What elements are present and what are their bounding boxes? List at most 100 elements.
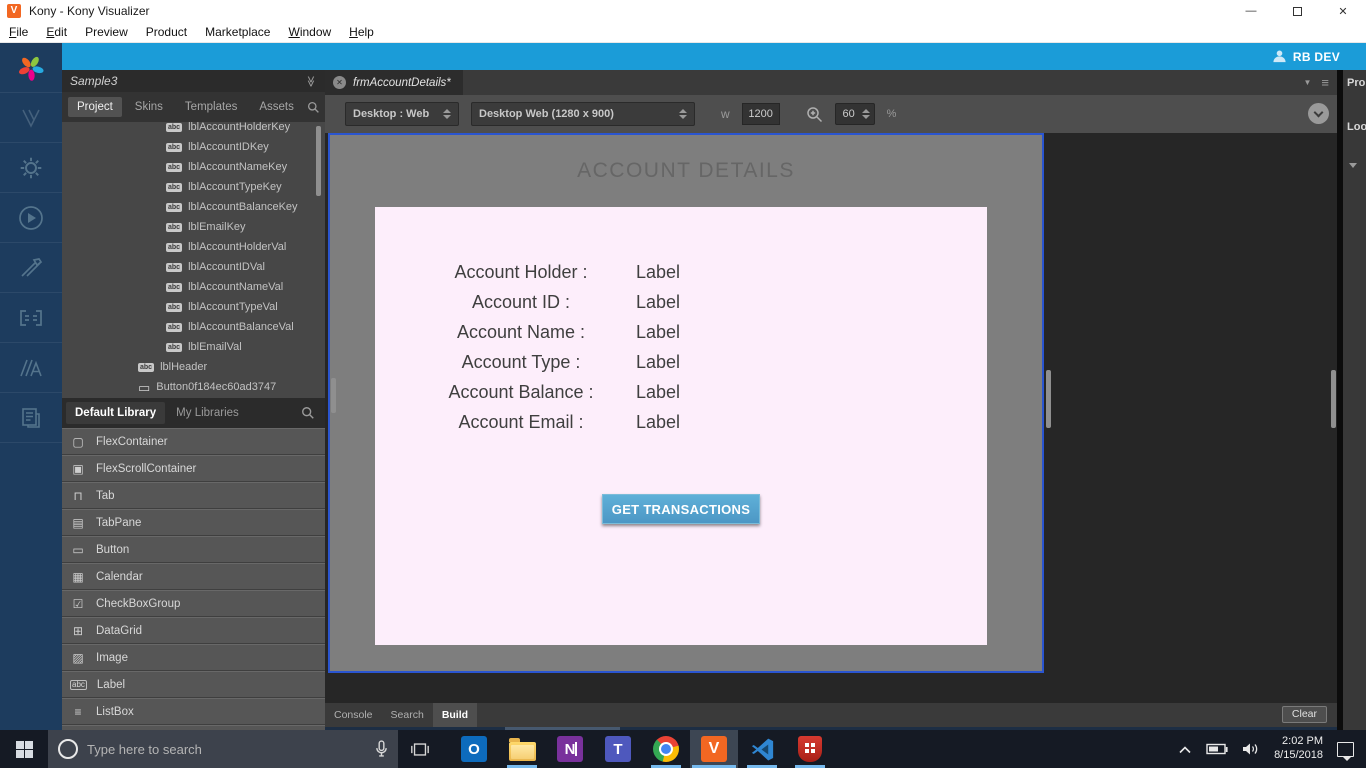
tree-item[interactable]: abclblEmailVal xyxy=(62,337,325,357)
taskbar-outlook[interactable]: O xyxy=(450,730,498,768)
menu-preview[interactable]: Preview xyxy=(76,22,137,42)
taskbar-security-app[interactable] xyxy=(786,730,834,768)
list-item[interactable]: ⊓Tab xyxy=(62,482,325,508)
tree-item[interactable]: abclblAccountIDVal xyxy=(62,257,325,277)
list-item[interactable]: ▣FlexScrollContainer xyxy=(62,455,325,481)
menu-marketplace[interactable]: Marketplace xyxy=(196,22,279,42)
field-value-label[interactable]: Label xyxy=(610,262,706,283)
tab-project[interactable]: Project xyxy=(68,97,122,117)
menu-window[interactable]: Window xyxy=(279,22,340,42)
fonts-button[interactable] xyxy=(0,343,62,393)
menu-product[interactable]: Product xyxy=(137,22,196,42)
list-item[interactable]: ▦Calendar xyxy=(62,563,325,589)
canvas-right-scrollbar[interactable] xyxy=(1046,370,1051,428)
list-item[interactable]: ▭Button xyxy=(62,536,325,562)
list-item[interactable]: ☑CheckBoxGroup xyxy=(62,590,325,616)
tree-item[interactable]: abclblAccountBalanceVal xyxy=(62,317,325,337)
close-button[interactable]: ✕ xyxy=(1320,0,1366,22)
panel-scrollbar[interactable] xyxy=(1331,370,1336,428)
minimize-button[interactable]: — xyxy=(1228,0,1274,22)
documents-button[interactable] xyxy=(0,393,62,443)
tab-assets[interactable]: Assets xyxy=(250,97,303,117)
microphone-icon[interactable] xyxy=(375,740,388,758)
clear-button[interactable]: Clear xyxy=(1282,706,1327,723)
tree-item[interactable]: abclblAccountHolderKey xyxy=(62,122,325,137)
tree-item[interactable]: abclblEmailKey xyxy=(62,217,325,237)
field-key-label[interactable]: Account Type : xyxy=(432,352,610,373)
tab-default-library[interactable]: Default Library xyxy=(66,402,165,424)
width-input[interactable] xyxy=(742,103,780,125)
user-account-button[interactable]: RB DEV xyxy=(1272,49,1340,64)
visualizer-home-button[interactable] xyxy=(0,93,62,143)
close-tab-icon[interactable]: ✕ xyxy=(333,76,346,89)
tab-console[interactable]: Console xyxy=(325,703,382,727)
hidden-icons-chevron[interactable] xyxy=(1178,745,1192,754)
tree-item[interactable]: abclblAccountTypeKey xyxy=(62,177,325,197)
field-value-label[interactable]: Label xyxy=(610,412,706,433)
taskbar-clock[interactable]: 2:02 PM 8/15/2018 xyxy=(1274,735,1323,763)
taskbar-file-explorer[interactable] xyxy=(498,730,546,768)
tree-scrollbar[interactable] xyxy=(316,126,321,196)
list-item[interactable]: ▨Image xyxy=(62,644,325,670)
field-key-label[interactable]: Account Holder : xyxy=(432,262,610,283)
platform-select[interactable]: Desktop : Web xyxy=(345,102,459,126)
search-icon[interactable] xyxy=(307,101,320,114)
tab-look[interactable]: Loo xyxy=(1347,121,1366,133)
taskbar-chrome[interactable] xyxy=(642,730,690,768)
field-key-label[interactable]: Account ID : xyxy=(432,292,610,313)
zoom-in-icon[interactable] xyxy=(806,106,823,123)
form-header-label[interactable]: ACCOUNT DETAILS xyxy=(330,159,1042,183)
task-view-button[interactable] xyxy=(398,730,442,768)
tree-item[interactable]: ▭Button0f184ec60ad3747 xyxy=(62,377,325,397)
tree-item[interactable]: abclblAccountTypeVal xyxy=(62,297,325,317)
tab-skins[interactable]: Skins xyxy=(126,97,172,117)
list-item[interactable]: ▤TabPane xyxy=(62,509,325,535)
search-icon[interactable] xyxy=(301,406,315,420)
tab-my-libraries[interactable]: My Libraries xyxy=(167,402,248,424)
tree-item[interactable]: abclblAccountIDKey xyxy=(62,137,325,157)
chevron-down-icon[interactable] xyxy=(1349,163,1357,168)
field-value-label[interactable]: Label xyxy=(610,382,706,403)
zoom-input[interactable] xyxy=(840,108,858,120)
form-flex-container[interactable]: Account Holder :Label Account ID :Label … xyxy=(375,207,987,645)
taskbar-kony-visualizer[interactable]: V xyxy=(690,730,738,768)
collapse-panel-icon[interactable]: ≫ xyxy=(305,75,318,87)
field-value-label[interactable]: Label xyxy=(610,292,706,313)
zoom-level-spinner[interactable] xyxy=(835,103,875,125)
tree-item[interactable]: abclblAccountNameKey xyxy=(62,157,325,177)
preview-run-button[interactable] xyxy=(0,193,62,243)
tab-build[interactable]: Build xyxy=(433,703,477,727)
menu-file[interactable]: File xyxy=(0,22,37,42)
list-item[interactable]: ≡ListBox xyxy=(62,698,325,724)
list-item[interactable]: abcLabel xyxy=(62,671,325,697)
layout-button[interactable] xyxy=(0,293,62,343)
menu-help[interactable]: Help xyxy=(340,22,383,42)
properties-panel-collapsed[interactable]: Prop Loo xyxy=(1343,70,1366,730)
device-select[interactable]: Desktop Web (1280 x 900) xyxy=(471,102,695,126)
battery-icon[interactable] xyxy=(1206,743,1228,755)
list-item[interactable]: ▢FlexContainer xyxy=(62,428,325,454)
field-value-label[interactable]: Label xyxy=(610,352,706,373)
maximize-button[interactable] xyxy=(1274,0,1320,22)
menu-edit[interactable]: Edit xyxy=(37,22,76,42)
doc-tab-frmaccountdetails[interactable]: ✕ frmAccountDetails* xyxy=(325,70,463,95)
search-input[interactable] xyxy=(87,742,366,757)
taskbar-onenote[interactable]: N xyxy=(546,730,594,768)
collapse-toolbar-button[interactable] xyxy=(1308,103,1329,124)
form-canvas-frmaccountdetails[interactable]: ACCOUNT DETAILS Account Holder :Label Ac… xyxy=(328,133,1044,673)
action-center-icon[interactable] xyxy=(1337,742,1354,757)
tabstrip-menu-icon[interactable]: ≡ xyxy=(1321,75,1329,90)
taskbar-teams[interactable]: T xyxy=(594,730,642,768)
tab-search[interactable]: Search xyxy=(382,703,433,727)
kony-logo-button[interactable] xyxy=(0,43,62,93)
chevron-down-icon[interactable]: ▼ xyxy=(1303,78,1311,87)
tab-templates[interactable]: Templates xyxy=(176,97,246,117)
tree-item[interactable]: abclblHeader xyxy=(62,357,325,377)
taskbar-vscode[interactable] xyxy=(738,730,786,768)
field-value-label[interactable]: Label xyxy=(610,322,706,343)
field-key-label[interactable]: Account Name : xyxy=(432,322,610,343)
tree-item[interactable]: abclblAccountNameVal xyxy=(62,277,325,297)
tree-item[interactable]: abclblAccountHolderVal xyxy=(62,237,325,257)
canvas-left-scrollbar[interactable] xyxy=(331,378,336,413)
build-tools-button[interactable] xyxy=(0,243,62,293)
